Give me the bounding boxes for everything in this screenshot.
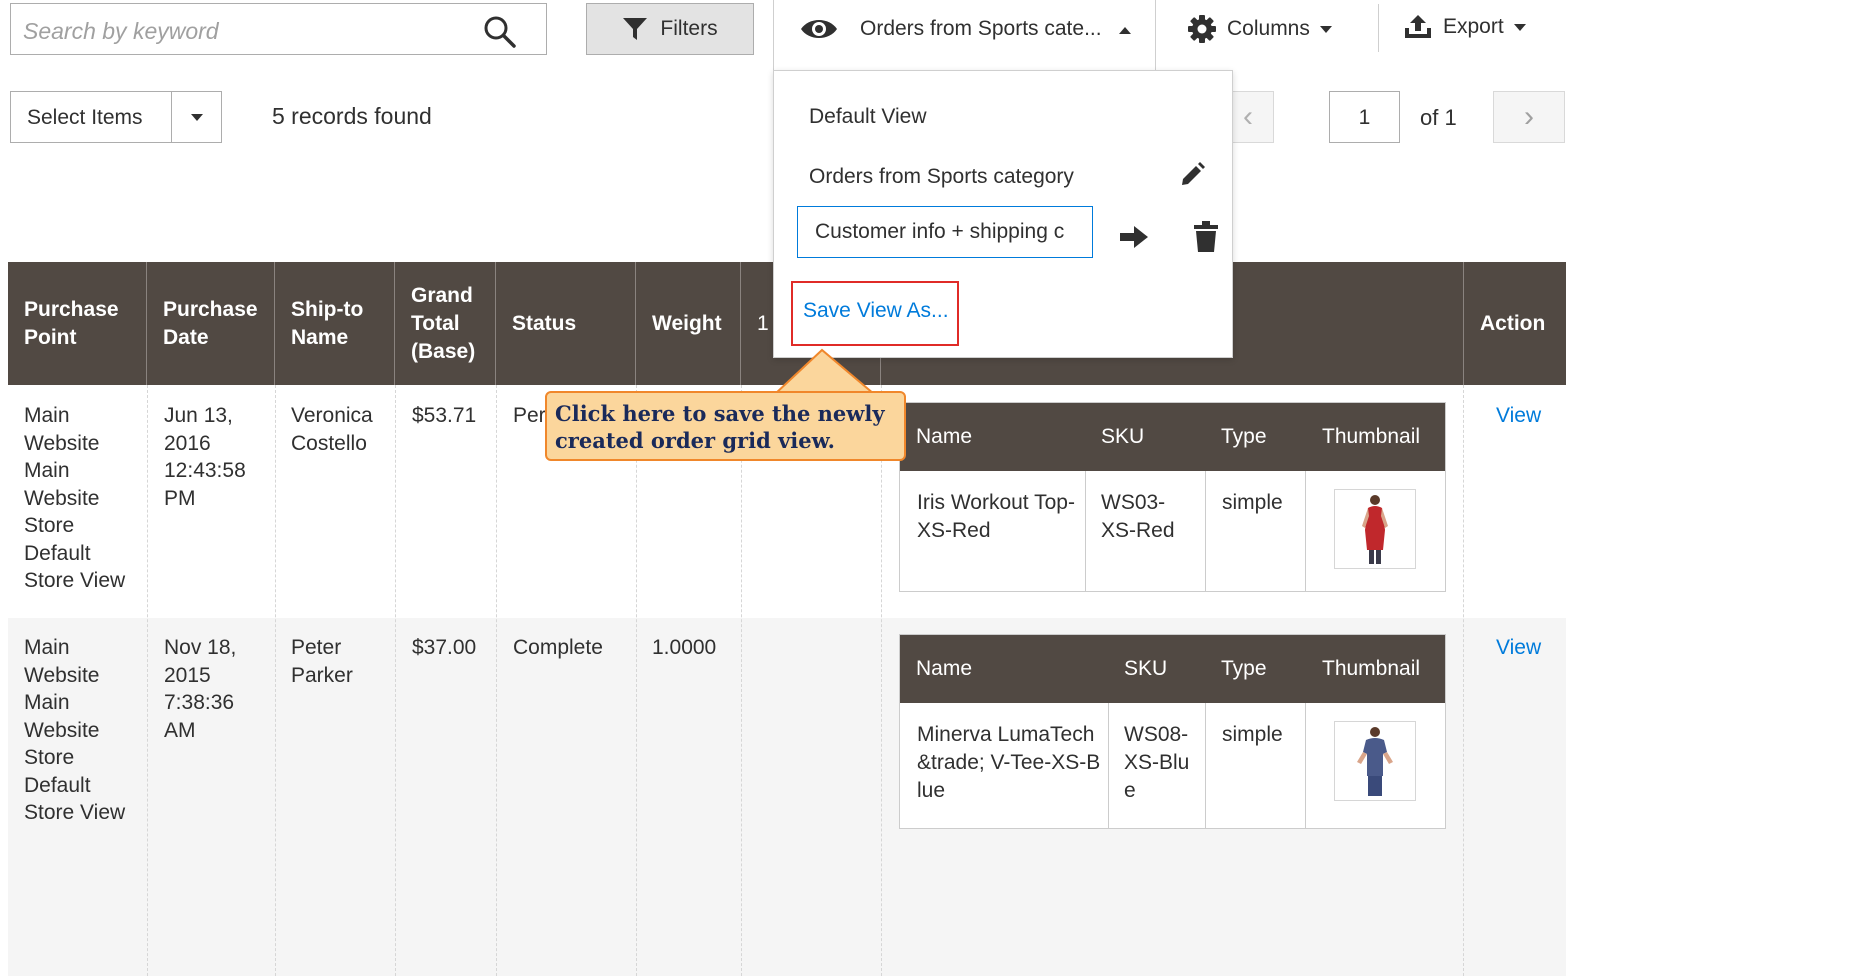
items-divider bbox=[1305, 471, 1306, 591]
select-items-toggle[interactable] bbox=[171, 92, 221, 142]
filters-button[interactable]: Filters bbox=[586, 3, 754, 55]
order-items-table-1: Name SKU Type Thumbnail Iris Workout Top… bbox=[899, 402, 1446, 592]
table-row-2-status: Complete bbox=[513, 636, 603, 659]
item-name: Minerva LumaTech&trade; V-Tee-XS-Blue bbox=[917, 723, 1101, 802]
item-type: simple bbox=[1222, 723, 1283, 746]
column-divider bbox=[147, 385, 148, 976]
table-row-1-status: Per bbox=[513, 404, 546, 427]
export-button[interactable]: Export bbox=[1403, 14, 1526, 40]
columns-label: Columns bbox=[1227, 17, 1310, 40]
column-divider bbox=[741, 385, 742, 976]
items-header-name: Name bbox=[916, 425, 973, 448]
product-thumbnail[interactable] bbox=[1334, 721, 1416, 801]
current-view-label: Orders from Sports cate... bbox=[860, 17, 1102, 40]
items-header-thumbnail: Thumbnail bbox=[1322, 657, 1421, 680]
column-divider bbox=[496, 385, 497, 976]
items-divider bbox=[1205, 703, 1206, 828]
eye-icon bbox=[801, 20, 837, 38]
callout-pointer bbox=[770, 348, 880, 396]
items-header-type: Type bbox=[1221, 657, 1267, 680]
table-row-2-purchase-point: Main Website Main Website Store Default … bbox=[24, 636, 126, 824]
save-view-as-link[interactable]: Save View As... bbox=[803, 299, 949, 323]
export-label: Export bbox=[1443, 15, 1504, 38]
item-sku: WS08-XS-Blue bbox=[1124, 723, 1190, 802]
tutorial-callout: Click here to save the newly created ord… bbox=[545, 391, 906, 461]
items-header-thumbnail: Thumbnail bbox=[1322, 425, 1421, 448]
page-number-input[interactable]: 1 bbox=[1329, 91, 1400, 143]
column-header-action[interactable]: Action bbox=[1463, 262, 1566, 385]
trash-icon[interactable] bbox=[1193, 221, 1219, 253]
chevron-down-icon bbox=[190, 113, 203, 121]
export-icon bbox=[1405, 15, 1431, 38]
select-items-dropdown[interactable]: Select Items bbox=[10, 91, 222, 143]
filters-label: Filters bbox=[660, 17, 718, 40]
column-header-weight[interactable]: Weight bbox=[636, 262, 741, 385]
view-switcher[interactable]: Orders from Sports cate... bbox=[773, 0, 1156, 70]
red-top-image bbox=[1362, 495, 1388, 564]
column-divider bbox=[275, 385, 276, 976]
table-row-2-ship-to-name: Peter Parker bbox=[291, 636, 353, 687]
item-name: Iris Workout Top-XS-Red bbox=[917, 491, 1075, 542]
table-row-1-ship-to-name: Veronica Costello bbox=[291, 404, 373, 455]
order-items-header: Name SKU Type Thumbnail bbox=[900, 635, 1445, 703]
table-row-1-purchase-point: Main Website Main Website Store Default … bbox=[24, 404, 126, 592]
views-dropdown: Default View Orders from Sports category… bbox=[773, 70, 1233, 358]
column-divider bbox=[1463, 385, 1464, 976]
table-row-1-grand-total: $53.71 bbox=[412, 404, 477, 427]
arrow-right-icon[interactable] bbox=[1118, 223, 1150, 251]
columns-button[interactable]: Columns bbox=[1187, 14, 1332, 44]
column-header-ship-to-name[interactable]: Ship-to Name bbox=[275, 262, 395, 385]
column-divider bbox=[881, 385, 882, 976]
items-divider bbox=[1305, 703, 1306, 828]
order-items-table-2: Name SKU Type Thumbnail Minerva LumaTech… bbox=[899, 634, 1446, 829]
search-placeholder: Search by keyword bbox=[23, 18, 219, 44]
chevron-down-icon bbox=[1319, 25, 1332, 33]
items-divider bbox=[1108, 703, 1109, 828]
search-input[interactable]: Search by keyword bbox=[10, 3, 547, 55]
gear-icon bbox=[1188, 15, 1216, 43]
chevron-up-icon bbox=[1119, 27, 1131, 34]
column-divider bbox=[395, 385, 396, 976]
pencil-icon[interactable] bbox=[1176, 161, 1206, 191]
select-items-label: Select Items bbox=[27, 106, 143, 129]
items-header-type: Type bbox=[1221, 425, 1267, 448]
column-header-status[interactable]: Status bbox=[496, 262, 636, 385]
column-header-grand-total[interactable]: Grand Total (Base) bbox=[395, 262, 496, 385]
table-row-1-view-link[interactable]: View bbox=[1496, 402, 1541, 430]
column-divider bbox=[636, 385, 637, 976]
order-items-header: Name SKU Type Thumbnail bbox=[900, 403, 1445, 471]
blue-tee-image bbox=[1357, 727, 1393, 796]
toolbar-divider bbox=[1378, 4, 1379, 52]
items-header-name: Name bbox=[916, 657, 973, 680]
table-row-2-view-link[interactable]: View bbox=[1496, 634, 1541, 662]
items-header-sku: SKU bbox=[1101, 425, 1145, 448]
filter-icon bbox=[623, 18, 648, 40]
table-row-2-grand-total: $37.00 bbox=[412, 636, 477, 659]
column-header-purchase-date[interactable]: Purchase Date bbox=[147, 262, 275, 385]
save-view-as-highlight: Save View As... bbox=[791, 281, 959, 346]
item-type: simple bbox=[1222, 491, 1283, 514]
table-row-1-purchase-date: Jun 13, 2016 12:43:58 PM bbox=[164, 404, 246, 510]
view-option-default[interactable]: Default View bbox=[809, 105, 927, 129]
next-page-button[interactable]: › bbox=[1493, 91, 1565, 143]
product-thumbnail[interactable] bbox=[1334, 489, 1416, 569]
view-option-sports[interactable]: Orders from Sports category bbox=[809, 165, 1074, 189]
chevron-down-icon bbox=[1513, 23, 1526, 31]
page-total: of 1 bbox=[1420, 105, 1457, 130]
items-header-sku: SKU bbox=[1124, 657, 1168, 680]
items-divider bbox=[1205, 471, 1206, 591]
new-view-name-input[interactable]: Customer info + shipping c bbox=[797, 206, 1093, 258]
items-divider bbox=[1085, 471, 1086, 591]
table-row-2-purchase-date: Nov 18, 2015 7:38:36 AM bbox=[164, 636, 237, 742]
item-sku: WS03-XS-Red bbox=[1101, 491, 1175, 542]
search-icon[interactable] bbox=[482, 14, 518, 50]
table-row-2-weight: 1.0000 bbox=[652, 636, 717, 659]
records-count: 5 records found bbox=[272, 103, 432, 129]
column-header-purchase-point[interactable]: Purchase Point bbox=[8, 262, 147, 385]
